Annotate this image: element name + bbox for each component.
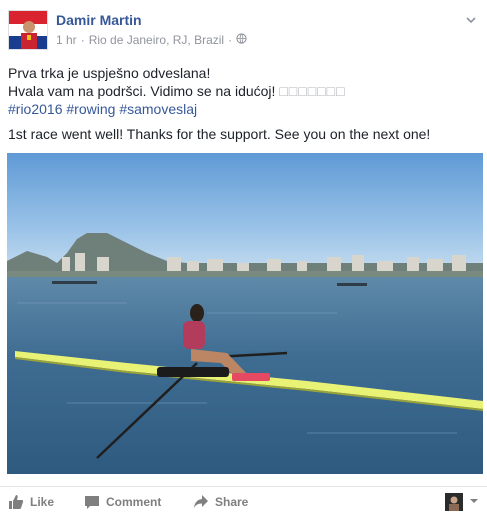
avatar-image (9, 11, 47, 49)
post-options-chevron-icon[interactable] (463, 12, 479, 28)
post-text-english: 1st race went well! Thanks for the suppo… (8, 126, 431, 142)
post-photo[interactable] (7, 153, 483, 474)
post-text: Prva trka je uspješno odveslana! Hvala v… (8, 64, 478, 118)
post-actions-bar: Like Comment Share (0, 486, 487, 517)
meta-separator: · (80, 33, 85, 47)
comment-button[interactable]: Comment (84, 493, 161, 511)
post-location[interactable]: Rio de Janeiro, RJ, Brazil (89, 33, 224, 47)
meta-separator-2: · (228, 33, 233, 47)
like-button[interactable]: Like (8, 493, 54, 511)
globe-icon[interactable] (236, 33, 247, 47)
author-avatar[interactable] (8, 10, 48, 50)
comment-bubble-icon (84, 494, 100, 510)
rowing-photo (7, 153, 483, 474)
post-meta: 1 hr · Rio de Janeiro, RJ, Brazil · (56, 33, 247, 47)
post-text-line-2: Hvala vam na podršci. Vidimo se na idućo… (8, 82, 478, 100)
hashtag-samoveslaj[interactable]: #samoveslaj (119, 101, 197, 117)
user-avatar-small (445, 493, 463, 511)
post-text-line-2-text: Hvala vam na podršci. Vidimo se na idućo… (8, 83, 280, 99)
share-button[interactable]: Share (193, 493, 248, 511)
hashtag-rio2016[interactable]: #rio2016 (8, 101, 63, 117)
hashtag-rowing[interactable]: #rowing (66, 101, 115, 117)
post-text-line-1: Prva trka je uspješno odveslana! (8, 65, 211, 81)
share-arrow-icon (193, 494, 209, 510)
hashtag-line: #rio2016 #rowing #samoveslaj (8, 100, 478, 118)
emoji-placeholder: □□□□□□□ (279, 83, 346, 99)
facebook-post: Damir Martin 1 hr · Rio de Janeiro, RJ, … (0, 0, 487, 521)
dropdown-caret-icon (469, 493, 479, 511)
post-as-selector[interactable] (445, 493, 479, 511)
share-label: Share (215, 495, 249, 509)
comment-label: Comment (106, 495, 162, 509)
thumbs-up-icon (8, 494, 24, 510)
post-time[interactable]: 1 hr (56, 33, 77, 47)
like-label: Like (30, 495, 55, 509)
author-name[interactable]: Damir Martin (56, 12, 142, 28)
